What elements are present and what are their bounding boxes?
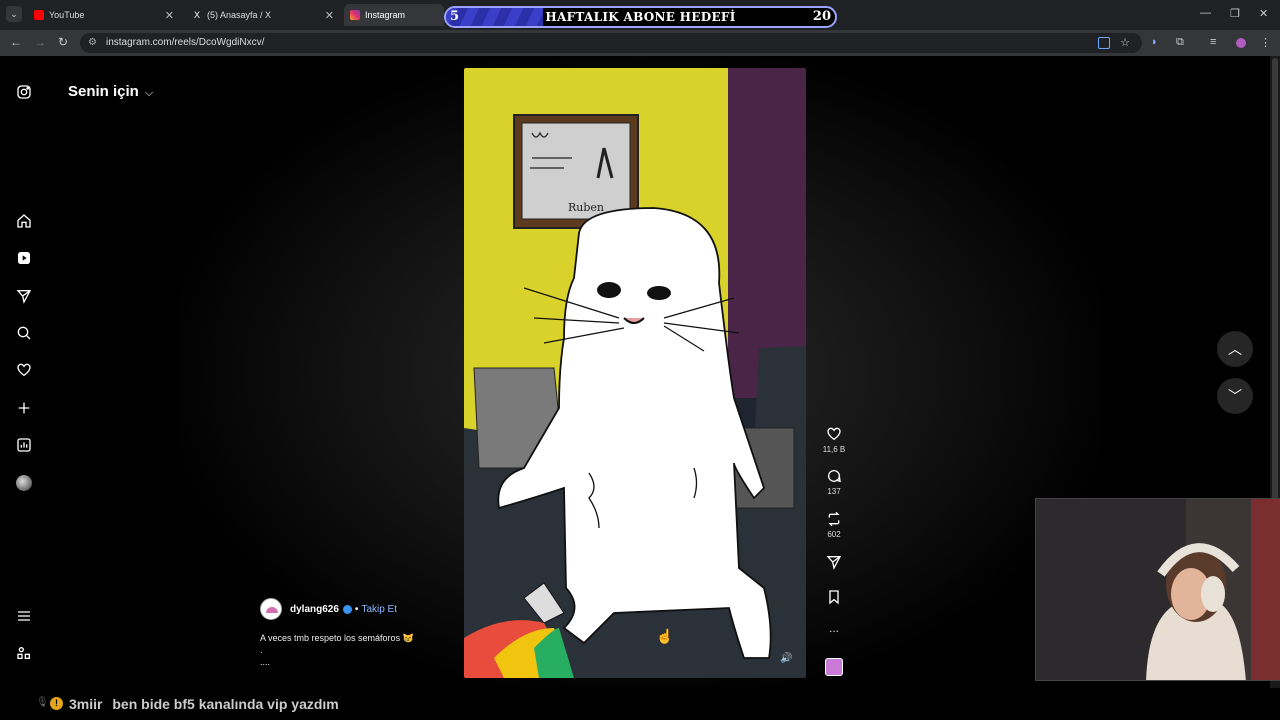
tab-instagram[interactable]: Instagram [344,4,444,26]
restore-icon[interactable]: ❐ [1230,7,1240,20]
close-tab-icon[interactable]: ✕ [325,9,334,22]
reel-caption: A veces tmb respeto los semáforos 😿 . ..… [260,632,414,668]
chat-text: ben bide bf5 kanalında vip yazdım [112,696,339,712]
tab-title: (5) Anasayfa / X [207,10,272,20]
comment-count: 137 [827,487,841,496]
instagram-icon [350,10,360,20]
send-icon[interactable] [16,288,32,304]
caption-more[interactable]: .... [260,656,414,668]
chat-badge-icon: ! [50,697,63,710]
url-text: instagram.com/reels/DcoWgdiNxcv/ [106,37,265,48]
save-button[interactable] [822,589,846,605]
stream-chat-overlay: 🎙 ! 3miir ben bide bf5 kanalında vip yaz… [0,688,1280,720]
author-username[interactable]: dylang626 [290,604,339,615]
tab-title: Instagram [365,10,406,20]
media-controls-icon[interactable]: ≡ [1210,36,1216,48]
browser-toolbar: ← → ↻ ⚙ instagram.com/reels/DcoWgdiNxcv/… [0,30,1280,56]
follow-button[interactable]: Takip Et [361,604,397,615]
install-app-icon[interactable] [1098,37,1110,49]
previous-reel-button[interactable]: ︿ [1217,331,1253,367]
repost-button[interactable]: 602 [822,511,846,539]
goal-target: 20 [812,9,831,24]
reel-author: dylang626 • Takip Et [260,598,397,620]
instagram-icon[interactable] [16,84,32,100]
painting-text: Ruben [568,201,604,214]
tab-youtube[interactable]: YouTube ✕ [28,4,180,26]
reload-icon[interactable]: ↻ [58,35,68,49]
verified-badge-icon [342,604,352,614]
caption-line: A veces tmb respeto los semáforos 😿 [260,633,414,643]
search-icon[interactable] [16,325,32,341]
chevron-down-icon: ⌵ [144,87,154,99]
like-button[interactable]: 11,6 B [822,426,846,454]
menu-icon[interactable] [16,608,32,624]
repost-icon [828,511,840,527]
bookmark-icon [829,590,839,605]
profile-avatar[interactable] [16,475,32,491]
tab-x[interactable]: X (5) Anasayfa / X ✕ [186,4,340,26]
insights-icon[interactable] [16,437,32,453]
reel-video[interactable]: Ruben 🔊 [464,68,806,678]
streamer-webcam [1035,498,1280,681]
repost-count: 602 [827,530,841,539]
forward-icon[interactable]: → [34,35,46,49]
heart-icon[interactable] [16,362,32,378]
comment-button[interactable]: 137 [822,468,846,496]
tab-search-button[interactable]: ⌄ [6,6,22,22]
close-tab-icon[interactable]: ✕ [165,9,174,22]
browser-tab-bar: ⌄ YouTube ✕ X (5) Anasayfa / X ✕ Instagr… [0,0,1280,30]
chat-username: 3miir [69,696,103,712]
extensions-icon[interactable]: ⧉ [1176,36,1184,49]
close-window-icon[interactable]: ✕ [1259,7,1268,20]
hand-cursor-icon: ☝ [656,628,674,644]
goal-title: HAFTALIK ABONE HEDEFİ [545,10,736,24]
more-options-button[interactable]: ... [822,621,846,635]
create-icon[interactable] [16,400,32,416]
comment-icon [828,469,841,483]
heart-icon [827,427,841,441]
youtube-icon [34,10,44,20]
like-count: 11,6 B [822,445,846,454]
audio-cover-icon [825,658,843,676]
author-avatar[interactable] [260,598,282,620]
separator-dot: • [354,603,359,615]
meta-apps-icon[interactable] [16,645,32,661]
profile-avatar[interactable] [1236,38,1246,48]
feed-selector[interactable]: Senin için ⌵ [68,83,153,100]
subscriber-goal-widget: 5 HAFTALIK ABONE HEDEFİ 20 [444,6,837,28]
home-icon[interactable] [16,213,32,229]
send-icon [826,556,842,570]
tab-title: YouTube [49,10,85,20]
x-icon: X [193,10,200,20]
more-icon: ... [828,621,839,635]
address-bar[interactable]: ⚙ instagram.com/reels/DcoWgdiNxcv/ ☆ [80,33,1142,53]
reels-icon[interactable] [16,250,32,266]
next-reel-button[interactable]: ﹀ [1217,378,1253,414]
back-icon[interactable]: ← [10,35,22,49]
audio-thumbnail[interactable] [822,658,846,676]
bookmark-star-icon[interactable]: ☆ [1120,33,1130,53]
chat-message: 3miir ben bide bf5 kanalında vip yazdım [69,696,339,712]
caption-line: . [260,645,263,655]
minimize-icon[interactable]: — [1200,7,1211,19]
volume-icon[interactable]: 🔊 [780,651,792,664]
mic-icon: 🎙 [36,697,49,708]
share-button[interactable] [822,554,846,570]
browser-menu-icon[interactable]: ⋮ [1260,36,1271,49]
feed-label: Senin için [68,83,139,100]
site-info-icon[interactable]: ⚙ [88,33,97,53]
read-aloud-icon[interactable]: ◗ [1151,36,1158,48]
